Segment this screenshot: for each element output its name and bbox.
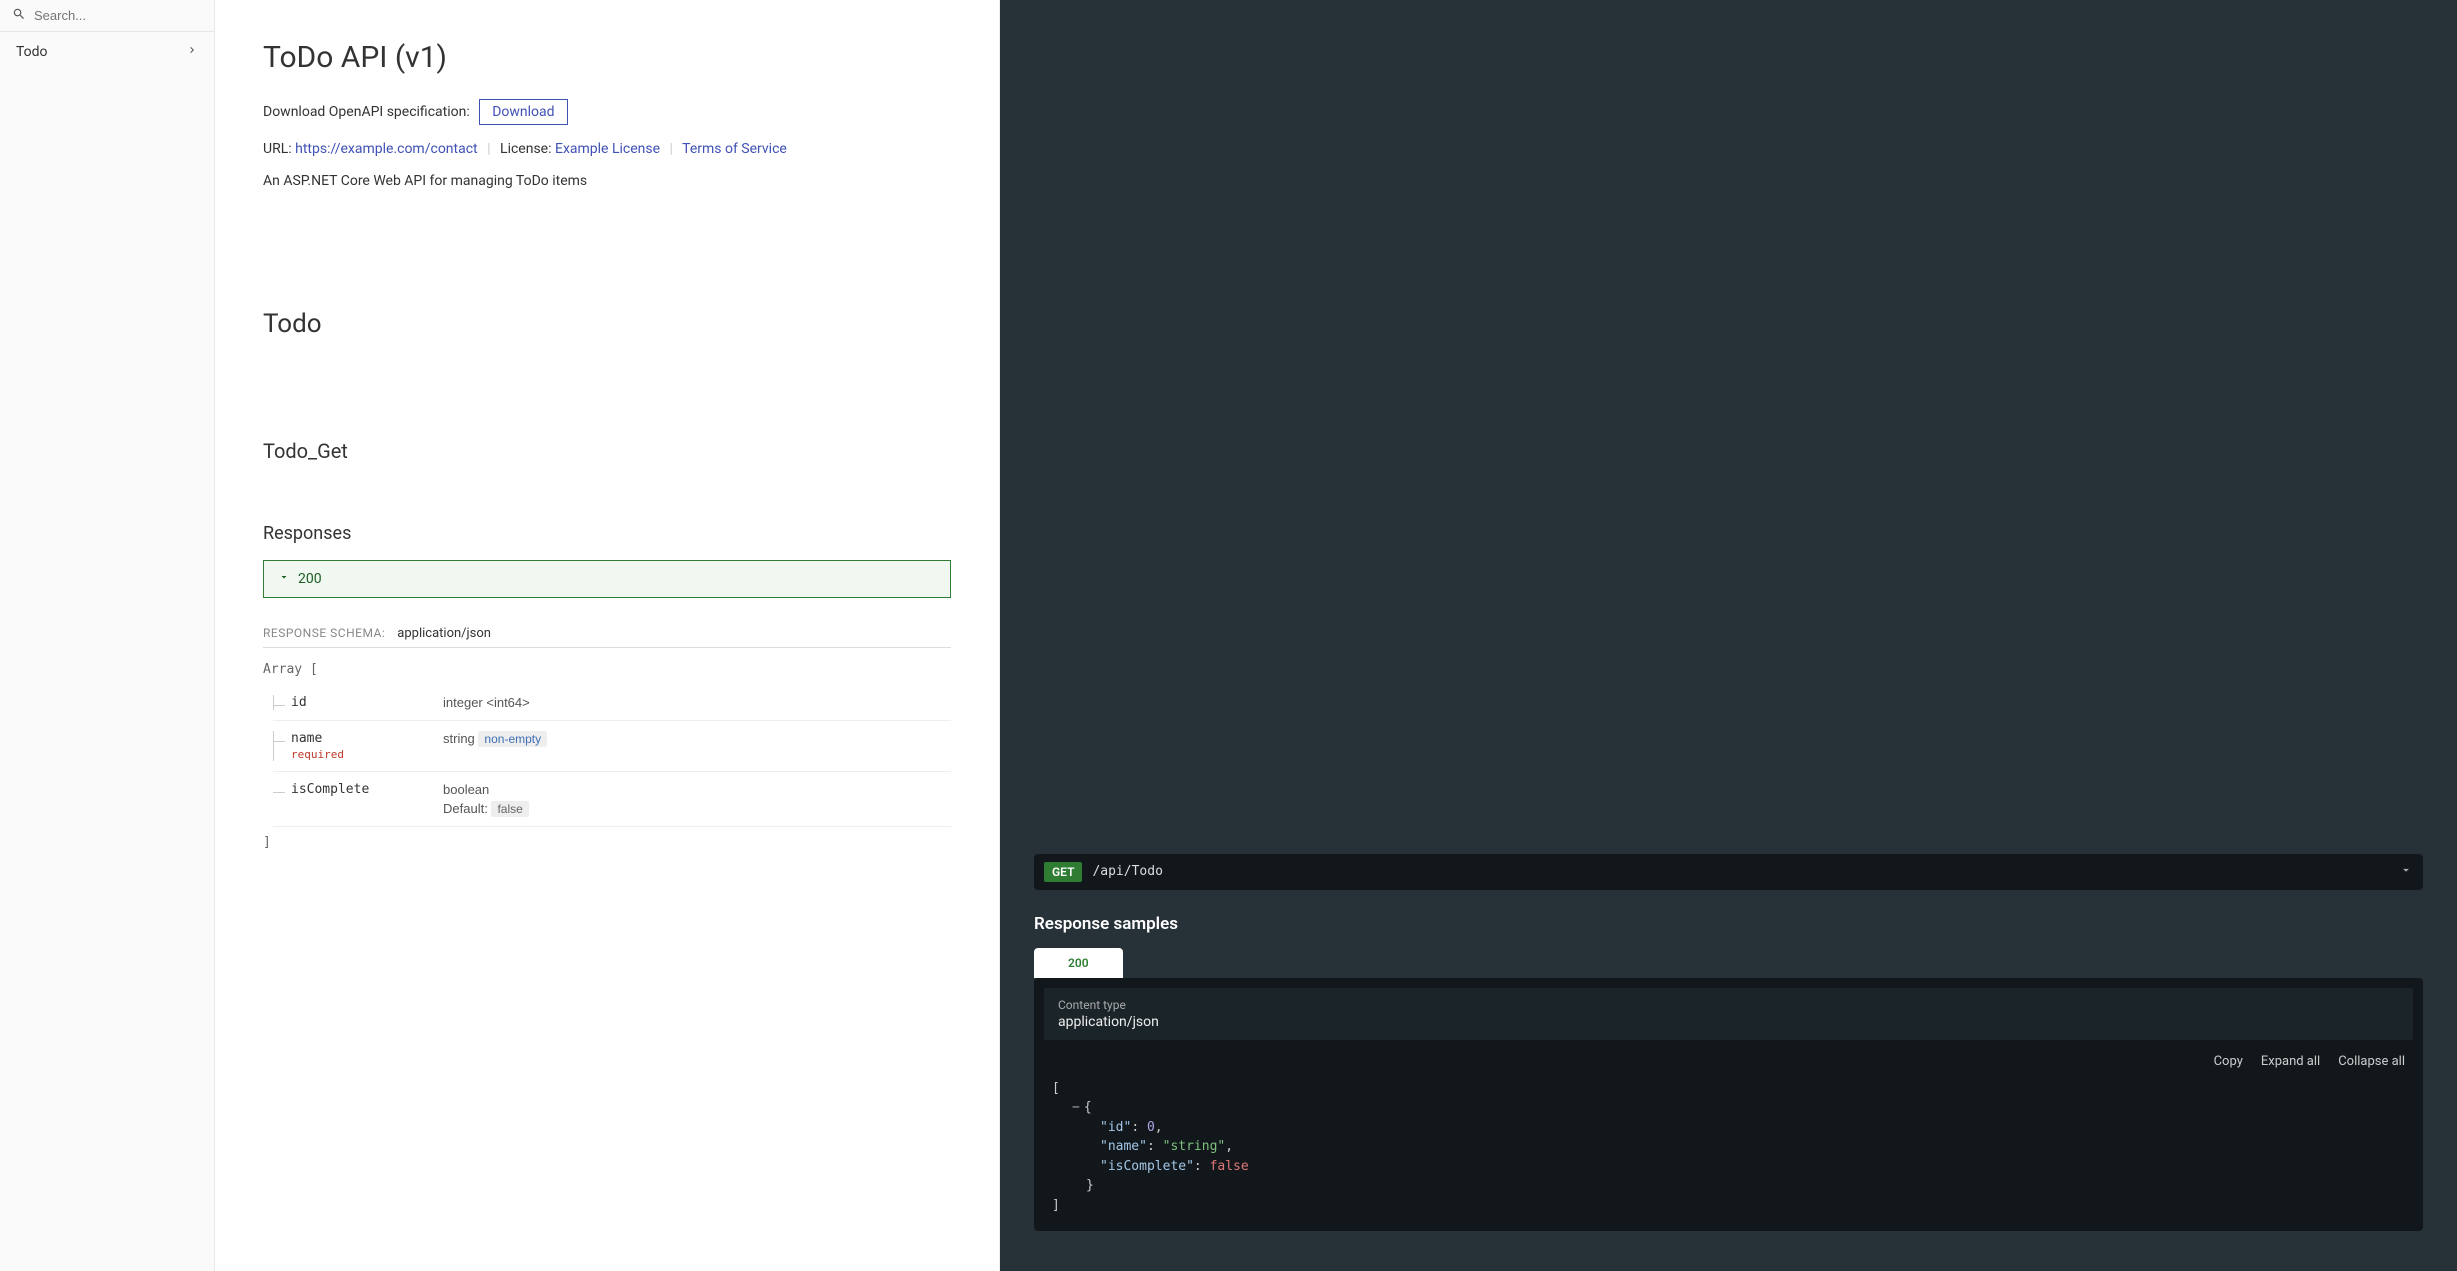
response-samples-heading: Response samples <box>1034 914 2423 934</box>
endpoint-path: /api/Todo <box>1092 864 2389 879</box>
content-type-value: application/json <box>1058 1014 2399 1030</box>
json-value: 0 <box>1147 1120 1155 1135</box>
chevron-down-icon <box>2399 862 2413 881</box>
prop-type: integer <int64> <box>443 695 951 710</box>
response-200-toggle[interactable]: 200 <box>263 560 951 598</box>
schema-body: Array [ id integer <int64> name required <box>263 662 951 850</box>
sample-actions: Copy Expand all Collapse all <box>1034 1040 2423 1079</box>
chevron-right-icon <box>186 44 198 60</box>
prop-name: isComplete <box>291 782 369 797</box>
sample-tab-200[interactable]: 200 <box>1034 948 1123 978</box>
default-label: Default: <box>443 801 488 816</box>
operation-heading: Todo_Get <box>263 439 951 463</box>
prop-type: string <box>443 731 475 746</box>
schema-prop-row[interactable]: name required string non-empty <box>273 721 951 772</box>
schema-type: application/json <box>397 626 491 641</box>
sidebar-item-todo[interactable]: Todo <box>0 32 214 72</box>
prop-name: name <box>291 731 322 746</box>
separator: | <box>487 141 490 157</box>
sidebar-item-label: Todo <box>16 44 48 60</box>
content-type-label: Content type <box>1058 998 2399 1012</box>
json-key: "name" <box>1100 1139 1147 1154</box>
sample-box: Content type application/json Copy Expan… <box>1034 978 2423 1232</box>
response-code: 200 <box>298 571 322 587</box>
copy-button[interactable]: Copy <box>2214 1054 2243 1069</box>
constraint-badge: non-empty <box>478 731 547 747</box>
download-button[interactable]: Download <box>479 99 567 125</box>
prop-name: id <box>291 695 307 710</box>
collapse-all-button[interactable]: Collapse all <box>2338 1054 2405 1069</box>
responses-heading: Responses <box>263 523 951 544</box>
schema-prop-row[interactable]: id integer <int64> <box>273 685 951 721</box>
schema-header: RESPONSE SCHEMA: application/json <box>263 626 951 648</box>
http-method-badge: GET <box>1044 862 1082 882</box>
collapse-toggle[interactable]: − <box>1072 1100 1080 1115</box>
json-sample: [ −{ "id": 0, "name": "string", "isCompl… <box>1034 1079 2423 1216</box>
api-title: ToDo API (v1) <box>263 40 951 75</box>
right-panel: GET /api/Todo Response samples 200 Conte… <box>1000 0 2457 1271</box>
download-spec-line: Download OpenAPI specification: Download <box>263 99 951 125</box>
expand-all-button[interactable]: Expand all <box>2261 1054 2320 1069</box>
json-value: "string" <box>1163 1139 1226 1154</box>
license-link[interactable]: Example License <box>555 141 660 157</box>
required-badge: required <box>291 748 443 761</box>
search-input[interactable] <box>34 8 202 23</box>
chevron-down-icon <box>278 571 290 587</box>
tag-heading: Todo <box>263 309 951 339</box>
json-key: "isComplete" <box>1100 1159 1194 1174</box>
search-wrap <box>0 0 214 32</box>
schema-label: RESPONSE SCHEMA: <box>263 626 385 641</box>
separator: | <box>670 141 673 157</box>
search-icon <box>12 6 26 25</box>
license-label: License: <box>500 141 555 157</box>
sidebar: Todo <box>0 0 215 1271</box>
default-value: false <box>491 801 528 817</box>
endpoint-bar[interactable]: GET /api/Todo <box>1034 854 2423 890</box>
content-panel: ToDo API (v1) Download OpenAPI specifica… <box>215 0 1000 1271</box>
prop-type: boolean <box>443 782 951 797</box>
url-label: URL: <box>263 141 295 157</box>
schema-prop-row[interactable]: isComplete boolean Default: false <box>273 772 951 827</box>
download-label: Download OpenAPI specification: <box>263 104 470 120</box>
json-value: false <box>1210 1159 1249 1174</box>
tos-link[interactable]: Terms of Service <box>682 141 787 157</box>
contact-url-link[interactable]: https://example.com/contact <box>295 141 478 157</box>
json-key: "id" <box>1100 1120 1131 1135</box>
meta-line: URL: https://example.com/contact | Licen… <box>263 141 951 157</box>
content-type-header[interactable]: Content type application/json <box>1044 988 2413 1040</box>
array-close: ] <box>263 835 951 850</box>
api-description: An ASP.NET Core Web API for managing ToD… <box>263 173 951 189</box>
array-open: Array [ <box>263 662 951 677</box>
